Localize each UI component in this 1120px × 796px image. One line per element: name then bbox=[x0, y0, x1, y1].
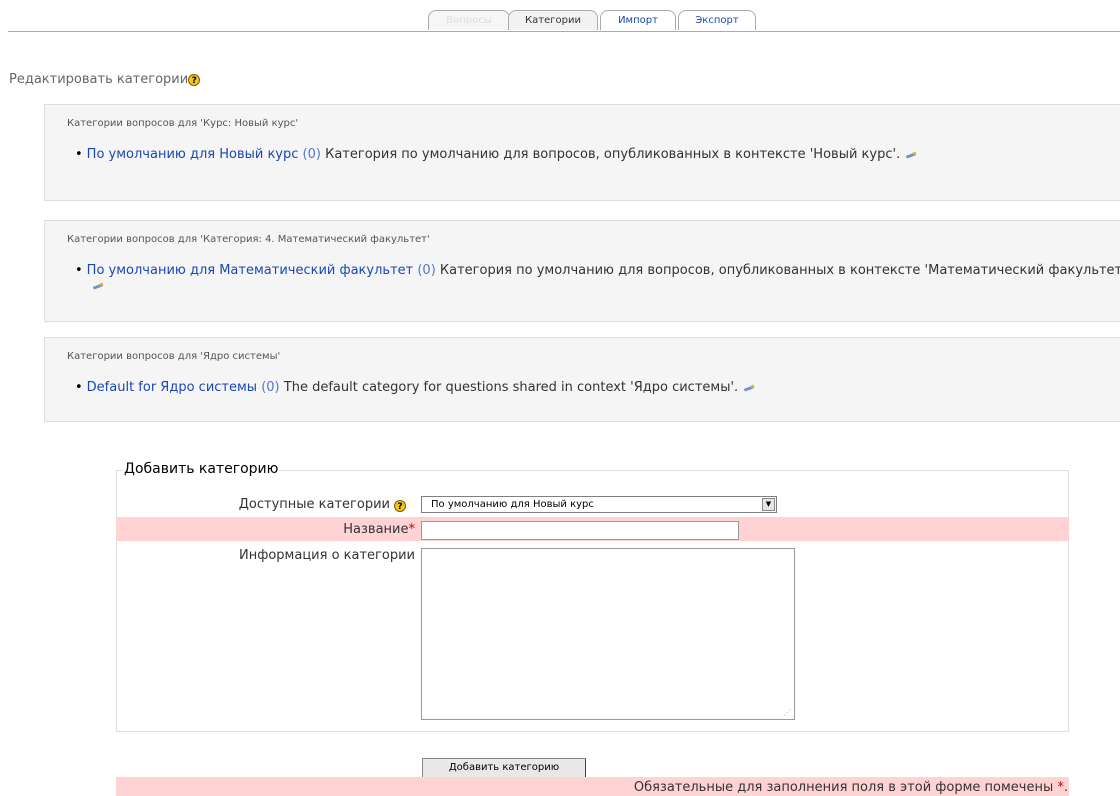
name-label: Название* bbox=[160, 522, 415, 537]
parent-category-select[interactable]: По умолчанию для Новый курс ▼ bbox=[421, 496, 777, 513]
name-label-text: Название bbox=[343, 522, 409, 537]
bullet: • bbox=[75, 147, 83, 162]
category-list-item: • Default for Ядро системы (0) The defaul… bbox=[75, 380, 1120, 395]
tab-divider bbox=[8, 31, 1120, 32]
question-count-link[interactable]: (0) bbox=[303, 147, 321, 162]
add-category-legend: Добавить категорию bbox=[122, 461, 281, 477]
context-title: Категории вопросов для 'Курс: Новый курс… bbox=[67, 118, 299, 129]
tab-import[interactable]: Импорт bbox=[600, 10, 676, 30]
context-box-faculty: Категории вопросов для 'Категория: 4. Ма… bbox=[44, 220, 1120, 322]
edit-icon[interactable] bbox=[906, 151, 917, 159]
help-icon[interactable]: ? bbox=[394, 500, 406, 512]
required-note-text: Обязательные для заполнения поля в этой … bbox=[633, 780, 1058, 795]
category-description: Категория по умолчанию для вопросов, опу… bbox=[320, 147, 901, 162]
context-box-system: Категории вопросов для 'Ядро системы' • D… bbox=[44, 337, 1120, 422]
question-count-link[interactable]: (0) bbox=[417, 263, 435, 278]
tab-export[interactable]: Экспорт bbox=[678, 10, 756, 30]
required-note-end: . bbox=[1063, 780, 1068, 795]
context-box-course: Категории вопросов для 'Курс: Новый курс… bbox=[44, 104, 1120, 201]
parent-category-label: Доступные категории bbox=[160, 497, 390, 512]
tab-questions: Вопросы bbox=[428, 10, 510, 30]
edit-icon[interactable] bbox=[744, 384, 755, 392]
context-title: Категории вопросов для 'Ядро системы' bbox=[67, 351, 281, 362]
bullet: • bbox=[75, 263, 83, 278]
category-link[interactable]: Default for Ядро системы bbox=[87, 380, 257, 395]
category-list-item: • По умолчанию для Новый курс (0) Категор… bbox=[75, 147, 1120, 162]
bullet: • bbox=[75, 380, 83, 395]
context-title: Категории вопросов для 'Категория: 4. Ма… bbox=[67, 234, 430, 245]
info-textarea[interactable]: ⋰ bbox=[421, 548, 795, 720]
category-description: The default category for questions share… bbox=[279, 380, 739, 395]
page-title: Редактировать категории? bbox=[9, 72, 201, 87]
parent-category-selected-value: По умолчанию для Новый курс bbox=[431, 499, 594, 510]
page-title-text: Редактировать категории bbox=[9, 72, 189, 87]
category-list-item: • По умолчанию для Математический факульт… bbox=[75, 263, 1120, 293]
info-label: Информация о категории bbox=[239, 548, 415, 563]
resize-grip-icon[interactable]: ⋰ bbox=[783, 708, 791, 717]
dropdown-arrow-icon[interactable]: ▼ bbox=[762, 498, 775, 511]
help-icon[interactable]: ? bbox=[188, 73, 201, 86]
add-category-button[interactable]: Добавить категорию bbox=[422, 758, 586, 778]
category-description: Категория по умолчанию для вопросов, опу… bbox=[435, 263, 1120, 278]
required-note: Обязательные для заполнения поля в этой … bbox=[634, 780, 1068, 795]
question-count-link[interactable]: (0) bbox=[261, 380, 279, 395]
edit-icon[interactable] bbox=[93, 282, 104, 290]
category-link[interactable]: По умолчанию для Новый курс bbox=[87, 147, 299, 162]
tab-categories[interactable]: Категории bbox=[508, 10, 598, 30]
category-link[interactable]: По умолчанию для Математический факульте… bbox=[87, 263, 414, 278]
name-input[interactable] bbox=[421, 521, 739, 540]
required-star: * bbox=[408, 522, 416, 537]
parent-category-label-text: Доступные категории bbox=[238, 497, 390, 512]
